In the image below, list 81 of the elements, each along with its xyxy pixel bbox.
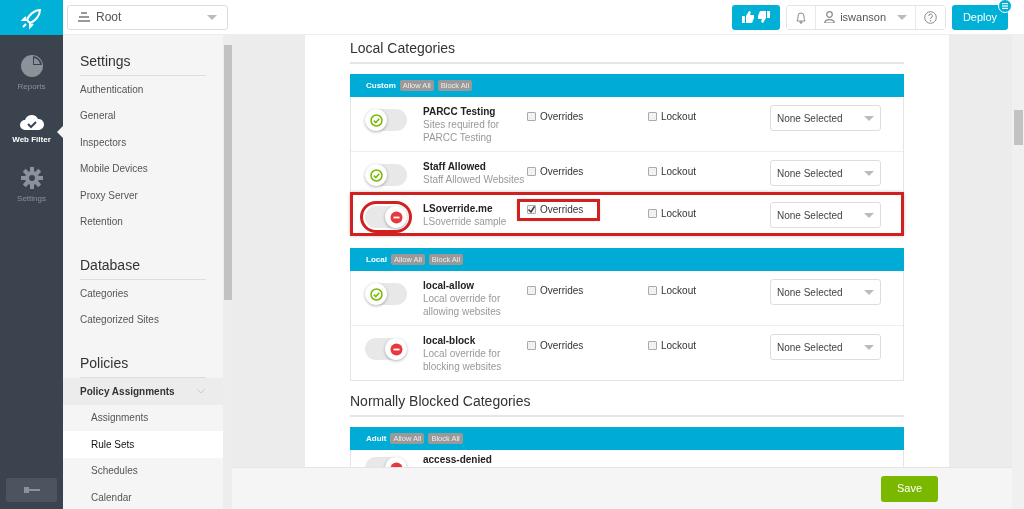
checkbox-label: Lockout — [661, 340, 697, 352]
checkbox-label: Lockout — [661, 166, 697, 178]
select-dropdown[interactable]: None Selected — [770, 160, 881, 186]
scrollbar[interactable] — [223, 35, 232, 509]
category-name: LSoverride.me — [423, 202, 494, 215]
help-icon — [924, 10, 937, 24]
category-description: Sites required for PARCC Testing — [423, 118, 501, 144]
hierarchy-icon — [78, 12, 90, 22]
checkbox-label: Overrides — [540, 204, 584, 216]
select-dropdown[interactable]: None Selected — [770, 279, 881, 305]
select-dropdown[interactable]: None Selected — [770, 202, 881, 228]
bell-icon — [795, 10, 808, 24]
toggle-switch[interactable] — [365, 338, 407, 360]
checkbox[interactable] — [648, 167, 657, 176]
sidebar-item[interactable]: Schedules — [63, 457, 223, 484]
select-dropdown[interactable]: None Selected — [770, 334, 881, 360]
category-name: PARCC Testing — [423, 105, 497, 118]
help-button[interactable] — [915, 5, 945, 29]
checkbox[interactable] — [648, 341, 657, 350]
thumbs-icon — [741, 10, 772, 24]
user-icon — [824, 11, 836, 23]
group-name: Local — [366, 253, 387, 266]
checkmark-icon — [528, 206, 535, 213]
checkbox-label: Overrides — [540, 285, 584, 297]
sidebar-item[interactable]: Authentication — [63, 76, 223, 103]
category-description: LSoverride sample — [423, 215, 508, 228]
key-icon — [23, 486, 40, 494]
minus-circle-icon — [389, 210, 403, 224]
minus-circle-icon — [389, 342, 403, 356]
checkbox[interactable] — [527, 205, 536, 214]
checkbox[interactable] — [527, 167, 536, 176]
sidebar-item[interactable]: Categorized Sites — [63, 306, 223, 333]
category-name: access-denied — [423, 453, 493, 466]
checkbox-label: Lockout — [661, 111, 697, 123]
checkbox[interactable] — [527, 286, 536, 295]
checkbox-label: Lockout — [661, 208, 697, 220]
scope-dropdown[interactable]: Root — [67, 4, 228, 30]
check-circle-icon — [369, 168, 383, 182]
toggle-switch[interactable] — [365, 164, 407, 186]
sidebar-item[interactable]: Proxy Server — [63, 182, 223, 209]
check-circle-icon — [369, 287, 383, 301]
sidebar-item[interactable]: Mobile Devices — [63, 155, 223, 182]
group-name: Adult — [366, 432, 387, 445]
toggle-switch[interactable] — [365, 283, 407, 305]
checkbox[interactable] — [648, 112, 657, 121]
section-title: Local Categories — [350, 40, 904, 64]
category-name: Staff Allowed — [423, 160, 487, 173]
sidebar-heading: Database — [80, 255, 206, 280]
sidebar-item[interactable]: Calendar — [63, 484, 223, 509]
toggle-switch[interactable] — [365, 109, 407, 131]
sidebar-item[interactable]: Assignments — [63, 404, 223, 431]
category-name: local-allow — [423, 279, 476, 292]
section-title: Normally Blocked Categories — [350, 393, 904, 417]
checkbox[interactable] — [527, 341, 536, 350]
check-circle-icon — [369, 113, 383, 127]
cloud-check-icon — [18, 113, 45, 131]
category-description: Staff Allowed Websites — [423, 173, 526, 186]
gear-icon — [19, 166, 44, 190]
category-description: Local override for allowing websites — [423, 292, 502, 318]
key-button[interactable] — [6, 478, 57, 502]
checkbox-label: Lockout — [661, 285, 697, 297]
category-description: Local override for blocking websites — [423, 347, 503, 373]
checkbox[interactable] — [648, 209, 657, 218]
sidebar-group[interactable]: Policy Assignments — [63, 378, 223, 405]
checkbox[interactable] — [648, 286, 657, 295]
scrollbar[interactable] — [1012, 35, 1024, 509]
pie-chart-icon — [19, 54, 44, 78]
sidebar-item[interactable]: Categories — [63, 280, 223, 307]
checkbox-label: Overrides — [540, 166, 584, 178]
sidebar-item[interactable]: Retention — [63, 208, 223, 235]
group-name: Custom — [366, 79, 396, 92]
select-dropdown[interactable]: None Selected — [770, 105, 881, 131]
sidebar-item[interactable]: General — [63, 102, 223, 129]
checkbox-label: Overrides — [540, 340, 584, 352]
sidebar-heading: Settings — [80, 51, 206, 76]
sidebar-item[interactable]: Inspectors — [63, 129, 223, 156]
category-name: local-block — [423, 334, 477, 347]
sidebar-item[interactable]: Rule Sets — [63, 431, 223, 458]
checkbox[interactable] — [527, 112, 536, 121]
checkbox-label: Overrides — [540, 111, 584, 123]
feedback-button[interactable] — [732, 4, 781, 30]
